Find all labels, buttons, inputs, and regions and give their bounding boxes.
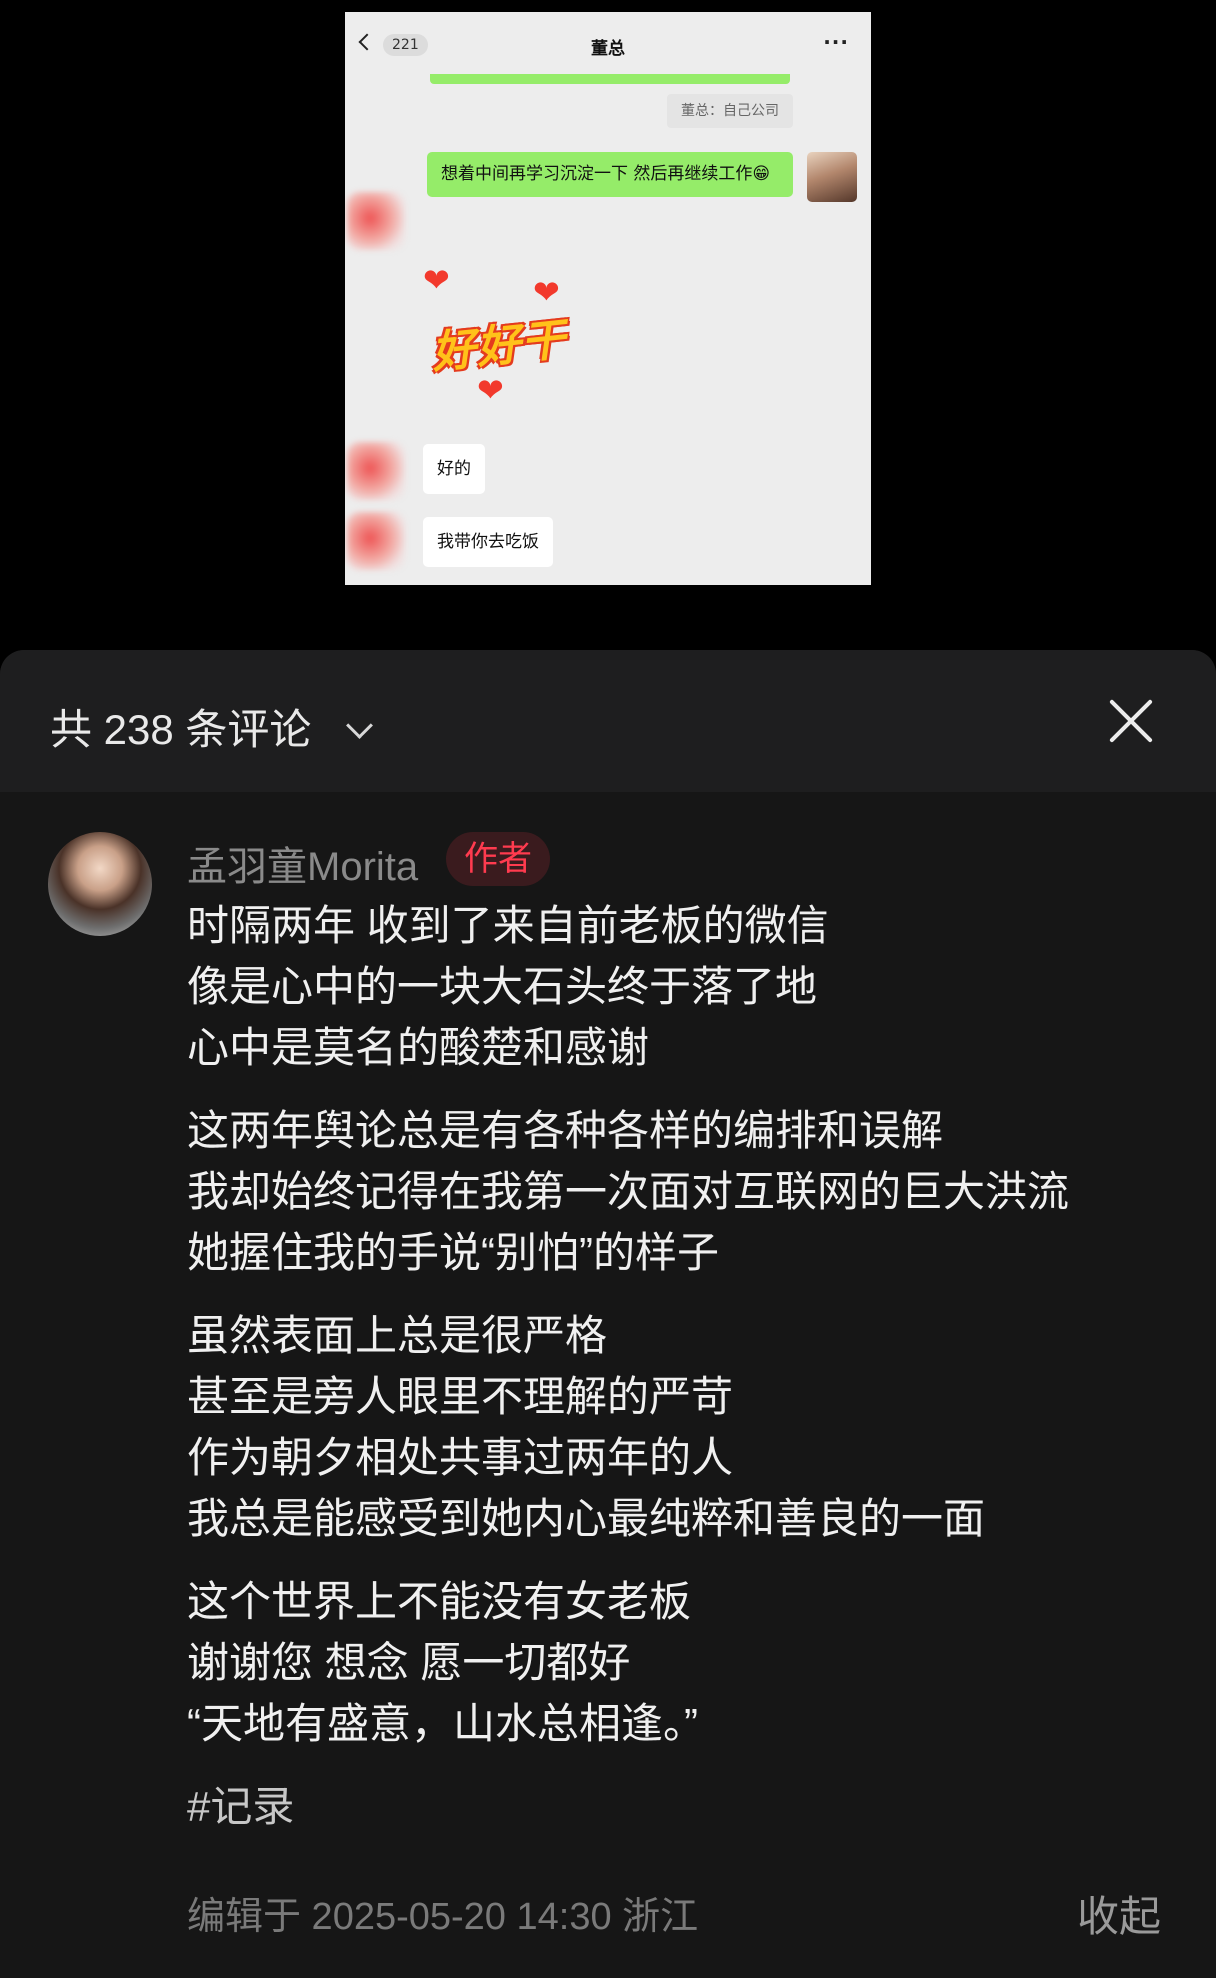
blurred-avatar [347,442,405,500]
comment-line: 作为朝夕相处共事过两年的人 [187,1434,734,1481]
blurred-avatar [347,192,405,250]
comment-line: 甚至是旁人眼里不理解的严苛 [187,1373,734,1420]
comments-header: 共 238 条评论 [0,650,1216,792]
username[interactable]: 孟羽童Morita [187,834,418,892]
heart-icon: ❤ [423,261,450,299]
comment-line: 虽然表面上总是很严格 [187,1312,608,1359]
previous-message-bubble [430,74,790,84]
comment-line: 心中是莫名的酸楚和感谢 [187,1024,650,1071]
sender-avatar [807,152,857,202]
avatar[interactable] [48,832,152,936]
comment-line: 我却始终记得在我第一次面对互联网的巨大洪流 [187,1168,1070,1215]
comment-line: 这个世界上不能没有女老板 [187,1578,692,1625]
incoming-message: 我带你去吃饭 [423,517,553,567]
author-badge: 作者 [446,832,550,886]
heart-icon: ❤ [477,371,504,409]
comment-line: 我总是能感受到她内心最纯粹和善良的一面 [187,1495,986,1542]
collapse-button[interactable]: 收起 [1077,1883,1161,1944]
more-icon: ··· [823,30,849,54]
close-icon[interactable] [1106,696,1156,746]
blurred-avatar [347,512,405,570]
comment-paragraph: 时隔两年 收到了来自前老板的微信 像是心中的一块大石头终于落了地 心中是莫名的酸… [187,895,1177,1078]
chat-title: 董总 [591,39,625,59]
chevron-down-icon[interactable] [346,712,373,739]
hashtag-link[interactable]: #记录 [187,1776,1177,1837]
comment-paragraph: 这个世界上不能没有女老板 谢谢您 想念 愿一切都好 “天地有盛意，山水总相逢。” [187,1571,1177,1754]
comment-line: 她握住我的手说“别怕”的样子 [187,1229,719,1276]
chat-nav-bar: 221 董总 ··· [345,12,871,74]
sticker: ❤ ❤ ❤ 好好干 [423,262,583,412]
comment-line: 谢谢您 想念 愿一切都好 [187,1639,631,1686]
comment-paragraph: 虽然表面上总是很严格 甚至是旁人眼里不理解的严苛 作为朝夕相处共事过两年的人 我… [187,1305,1177,1549]
comment-count[interactable]: 共 238 条评论 [50,696,311,757]
sticker-text: 好好干 [429,314,569,379]
comment-paragraph: 这两年舆论总是有各种各样的编排和误解 我却始终记得在我第一次面对互联网的巨大洪流… [187,1100,1177,1283]
quoted-message: 董总：自己公司 [667,94,793,128]
comment-meta: 编辑于 2025-05-20 14:30 浙江 [187,1896,699,1938]
comment-body: 时隔两年 收到了来自前老板的微信 像是心中的一块大石头终于落了地 心中是莫名的酸… [187,895,1177,1837]
comment-line: 时隔两年 收到了来自前老板的微信 [187,902,829,949]
incoming-message: 好的 [423,444,485,494]
outgoing-message: 想着中间再学习沉淀一下 然后再继续工作😁 [427,152,793,197]
comment-line: 像是心中的一块大石头终于落了地 [187,963,818,1010]
comment-line: “天地有盛意，山水总相逢。” [187,1700,698,1747]
comment-line: 这两年舆论总是有各种各样的编排和误解 [187,1107,944,1154]
chat-screenshot-image: 221 董总 ··· 董总：自己公司 想着中间再学习沉淀一下 然后再继续工作😁 … [345,12,871,585]
